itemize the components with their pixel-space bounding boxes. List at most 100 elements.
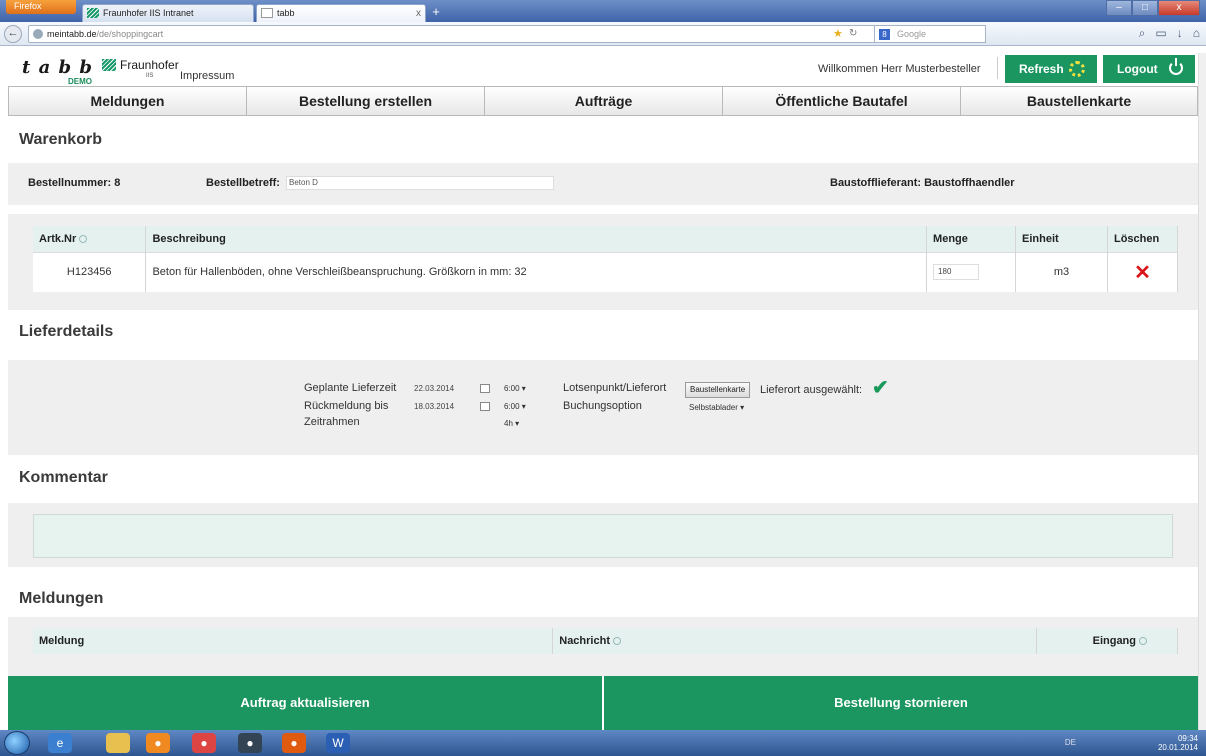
kommentar-title: Kommentar bbox=[19, 469, 108, 486]
messages-table-header: Meldung Nachricht Eingang bbox=[33, 628, 1178, 654]
warenkorb-title: Warenkorb bbox=[19, 131, 102, 148]
zeitrahmen-select[interactable]: 4h bbox=[504, 419, 519, 428]
sort-icon[interactable] bbox=[79, 234, 88, 243]
geplante-label: Geplante Lieferzeit bbox=[304, 382, 397, 394]
col-einheit: Einheit bbox=[1015, 226, 1108, 252]
impressum-link[interactable]: Impressum bbox=[180, 70, 234, 82]
system-clock[interactable]: 09:34 20.01.2014 bbox=[1158, 734, 1198, 752]
menge-input[interactable]: 180 bbox=[933, 264, 980, 281]
bookmarks-menu-icon[interactable]: ▭ bbox=[1155, 26, 1166, 41]
auftrag-aktualisieren-button[interactable]: Auftrag aktualisieren bbox=[8, 676, 604, 730]
reload-icon[interactable]: ↻ bbox=[849, 26, 857, 42]
firefox-taskbar-icon[interactable]: ● bbox=[282, 733, 306, 753]
nav-bestellung-erstellen[interactable]: Bestellung erstellen bbox=[247, 87, 485, 115]
geplante-time-select[interactable]: 6:00 bbox=[504, 384, 526, 393]
download-icon[interactable]: ↓ bbox=[1177, 26, 1183, 41]
media-player-icon[interactable]: ● bbox=[146, 733, 170, 753]
app-icon[interactable]: ● bbox=[238, 733, 262, 753]
nav-oeffentliche-bautafel[interactable]: Öffentliche Bautafel bbox=[723, 87, 961, 115]
explorer-icon[interactable] bbox=[106, 733, 130, 753]
tab-title: tabb bbox=[277, 8, 295, 18]
header-divider bbox=[997, 57, 998, 79]
calendar-icon[interactable] bbox=[480, 384, 490, 393]
nav-meldungen[interactable]: Meldungen bbox=[9, 87, 247, 115]
action-bar: Auftrag aktualisieren Bestellung stornie… bbox=[8, 676, 1198, 730]
tab-title: Fraunhofer IIS Intranet bbox=[103, 8, 194, 18]
col-nachricht[interactable]: Nachricht bbox=[552, 628, 1038, 654]
cart-table: Artk.Nr Beschreibung Menge Einheit Lösch… bbox=[33, 226, 1179, 292]
power-icon bbox=[1169, 58, 1183, 75]
logout-label: Logout bbox=[1117, 62, 1158, 76]
col-menge: Menge bbox=[926, 226, 1017, 252]
lieferdetails-title: Lieferdetails bbox=[19, 323, 114, 340]
fraunhofer-favicon bbox=[87, 8, 99, 18]
site-identity-icon[interactable] bbox=[33, 29, 43, 39]
delete-icon[interactable]: ✕ bbox=[1134, 262, 1151, 284]
cell-artnr: H123456 bbox=[33, 251, 147, 292]
language-indicator[interactable]: DE bbox=[1065, 738, 1076, 747]
lieferort-status: Lieferort ausgewählt: bbox=[760, 384, 863, 396]
search-icon[interactable]: ⌕ bbox=[1139, 26, 1146, 41]
url-bar[interactable]: meintabb.de/de/shoppingcart ★ ↻ 8 Google bbox=[28, 25, 986, 43]
back-arrow-icon[interactable]: ← bbox=[4, 25, 22, 43]
url-host: meintabb.de bbox=[47, 29, 97, 39]
ie-icon[interactable]: e bbox=[48, 733, 72, 753]
checkmark-icon: ✔ bbox=[872, 377, 889, 399]
rueckmeldung-time-select[interactable]: 6:00 bbox=[504, 402, 526, 411]
minimize-icon[interactable]: – bbox=[1106, 0, 1132, 16]
comment-band bbox=[8, 503, 1198, 567]
col-loeschen: Löschen bbox=[1107, 226, 1179, 252]
page-scrollbar[interactable] bbox=[1198, 53, 1206, 730]
buchung-label: Buchungsoption bbox=[563, 400, 642, 412]
cart-items-band: Artk.Nr Beschreibung Menge Einheit Lösch… bbox=[8, 214, 1198, 310]
refresh-icon bbox=[1069, 61, 1085, 77]
nav-auftraege[interactable]: Aufträge bbox=[485, 87, 723, 115]
comment-textarea[interactable] bbox=[33, 514, 1173, 558]
url-path: /de/shoppingcart bbox=[96, 29, 164, 39]
bookmark-star-icon[interactable]: ★ bbox=[833, 26, 843, 42]
search-bar[interactable]: 8 Google bbox=[874, 25, 986, 43]
tab-close-icon[interactable]: x bbox=[416, 5, 421, 22]
nav-baustellenkarte[interactable]: Baustellenkarte bbox=[961, 87, 1197, 115]
col-artnr[interactable]: Artk.Nr bbox=[33, 226, 147, 252]
navbar-icons: ⌕ ▭ ↓ ⌂ bbox=[1139, 26, 1200, 41]
cell-einheit: m3 bbox=[1015, 251, 1108, 292]
zeitrahmen-label: Zeitrahmen bbox=[304, 416, 360, 428]
bestellung-stornieren-button[interactable]: Bestellung stornieren bbox=[604, 676, 1198, 730]
tabb-logo[interactable]: t a b b bbox=[22, 57, 93, 78]
cell-beschreibung: Beton für Hallenböden, ohne Verschleißbe… bbox=[145, 251, 928, 292]
fraunhofer-sub: IIS bbox=[146, 73, 154, 79]
home-icon[interactable]: ⌂ bbox=[1193, 26, 1200, 41]
new-tab-button[interactable]: + bbox=[428, 5, 444, 21]
browser-navbar: ← meintabb.de/de/shoppingcart ★ ↻ 8 Goog… bbox=[0, 22, 1206, 46]
word-icon[interactable]: W bbox=[326, 733, 350, 753]
messages-table: Meldung Nachricht Eingang bbox=[33, 628, 1178, 654]
chrome-icon[interactable]: ● bbox=[192, 733, 216, 753]
search-engine-icon[interactable]: 8 bbox=[879, 29, 890, 40]
betreff-input[interactable]: Beton D bbox=[286, 176, 554, 190]
maximize-icon[interactable]: □ bbox=[1132, 0, 1158, 16]
col-meldung: Meldung bbox=[33, 628, 554, 654]
fraunhofer-logo-icon bbox=[102, 59, 116, 71]
app-header: t a b b DEMO Fraunhofer IIS Impressum Wi… bbox=[0, 53, 1206, 86]
meldungen-title: Meldungen bbox=[19, 590, 104, 607]
close-window-icon[interactable]: x bbox=[1158, 0, 1200, 16]
refresh-button[interactable]: Refresh bbox=[1005, 55, 1097, 83]
baustellenkarte-button[interactable]: Baustellenkarte bbox=[685, 382, 751, 398]
betreff-label: Bestellbetreff: bbox=[206, 177, 280, 189]
sort-icon[interactable] bbox=[613, 637, 621, 646]
calendar-icon[interactable] bbox=[480, 402, 490, 411]
order-info-band: Bestellnummer: 8 Bestellbetreff: Beton D… bbox=[8, 163, 1198, 205]
window-controls: – □ x bbox=[1106, 0, 1200, 16]
geplante-date-input[interactable]: 22.03.2014 bbox=[414, 384, 454, 396]
col-eingang[interactable]: Eingang bbox=[1036, 628, 1178, 654]
buchung-select[interactable]: Selbstablader bbox=[689, 403, 744, 412]
logout-button[interactable]: Logout bbox=[1103, 55, 1195, 83]
sort-icon[interactable] bbox=[1139, 637, 1147, 646]
tab-fraunhofer-intranet[interactable]: Fraunhofer IIS Intranet bbox=[82, 4, 254, 22]
start-button-icon[interactable] bbox=[4, 731, 30, 755]
main-navigation: Meldungen Bestellung erstellen Aufträge … bbox=[8, 86, 1198, 116]
rueckmeldung-date-input[interactable]: 18.03.2014 bbox=[414, 402, 454, 414]
tab-tabb[interactable]: tabb x bbox=[256, 4, 426, 22]
firefox-menu-button[interactable]: Firefox bbox=[6, 0, 76, 14]
